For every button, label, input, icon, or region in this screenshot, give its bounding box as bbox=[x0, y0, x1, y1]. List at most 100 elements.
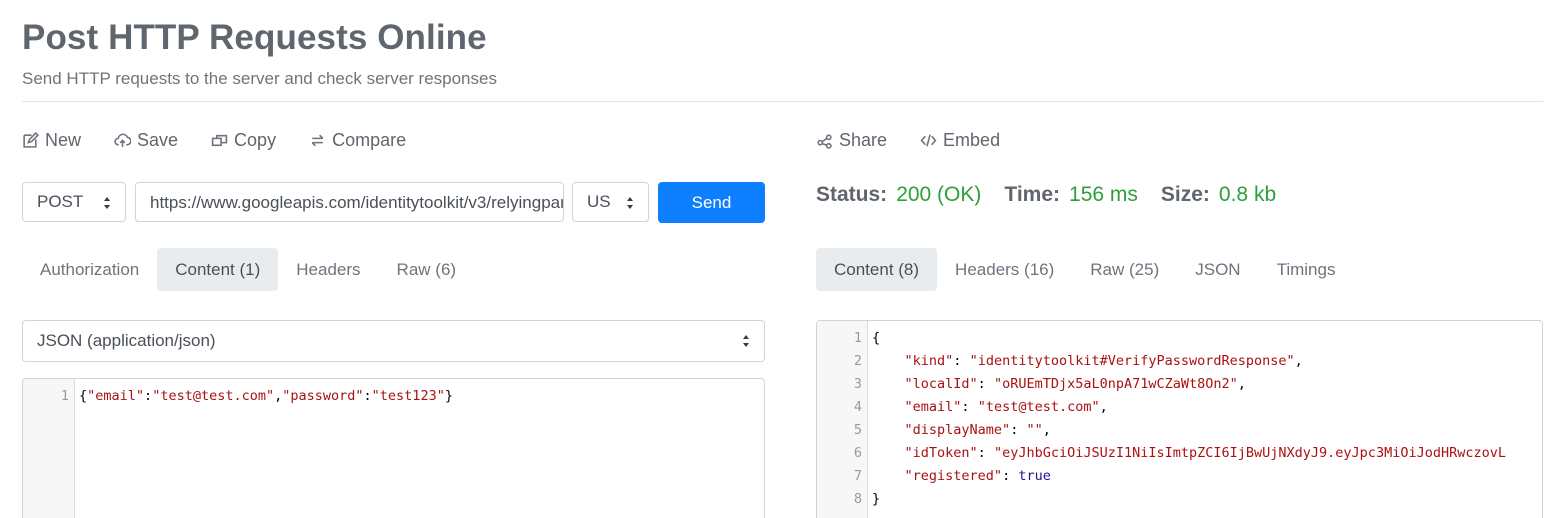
code-text: { bbox=[868, 330, 880, 346]
tab-authorization[interactable]: Authorization bbox=[22, 248, 157, 291]
code-token: , bbox=[1099, 399, 1108, 415]
code-text: } bbox=[868, 491, 880, 507]
status-label: Status: bbox=[816, 183, 888, 206]
code-area[interactable]: 1 {"email":"test@test.com","password":"te… bbox=[61, 385, 764, 408]
code-area[interactable]: 1{2 "kind": "identitytoolkit#VerifyPassw… bbox=[854, 327, 1542, 511]
code-icon bbox=[920, 134, 937, 147]
swap-icon bbox=[311, 134, 324, 147]
status-value: 200 (OK) bbox=[896, 183, 982, 206]
code-token: "test123" bbox=[371, 388, 445, 404]
tab-content-1[interactable]: Content (1) bbox=[157, 248, 279, 291]
code-line: 1{ bbox=[854, 327, 1542, 350]
code-token: "kind" bbox=[904, 353, 954, 369]
code-text: "registered": true bbox=[868, 468, 1051, 484]
copy-button[interactable]: Copy bbox=[211, 130, 276, 151]
edit-icon bbox=[23, 132, 39, 148]
page-title: Post HTTP Requests Online bbox=[22, 18, 487, 57]
code-text: "idToken": "eyJhbGciOiJSUzI1NiIsImtpZCI6… bbox=[868, 445, 1506, 461]
code-text: "kind": "identitytoolkit#VerifyPasswordR… bbox=[868, 353, 1303, 369]
tab-headers-16[interactable]: Headers (16) bbox=[937, 248, 1072, 291]
tab-headers[interactable]: Headers bbox=[278, 248, 378, 291]
code-text: {"email":"test@test.com","password":"tes… bbox=[75, 388, 453, 404]
embed-label: Embed bbox=[943, 130, 1001, 150]
line-number: 6 bbox=[853, 445, 862, 461]
tab-content-8[interactable]: Content (8) bbox=[816, 248, 938, 291]
code-line: 6 "idToken": "eyJhbGciOiJSUzI1NiIsImtpZC… bbox=[854, 442, 1542, 465]
time-value: 156 ms bbox=[1069, 183, 1138, 206]
code-token: , bbox=[1294, 353, 1303, 369]
code-token: "oRUEmTDjx5aL0npA71wCZaWt8On2" bbox=[993, 376, 1238, 392]
method-value: POST bbox=[37, 192, 84, 211]
code-token: true bbox=[1018, 468, 1051, 484]
code-token: "test@test.com" bbox=[977, 399, 1100, 415]
code-token: : bbox=[977, 376, 994, 392]
code-token: : bbox=[363, 388, 372, 404]
time-label: Time: bbox=[1004, 183, 1061, 206]
code-text: "localId": "oRUEmTDjx5aL0npA71wCZaWt8On2… bbox=[868, 376, 1246, 392]
new-button[interactable]: New bbox=[22, 130, 81, 151]
code-token: : bbox=[1010, 422, 1027, 438]
size-label: Size: bbox=[1160, 183, 1210, 206]
line-number: 4 bbox=[853, 399, 862, 415]
share-button[interactable]: Share bbox=[816, 130, 887, 151]
code-token: "eyJhbGciOiJSUzI1NiIsImtpZCI6IjBwUjNXdyJ… bbox=[993, 445, 1506, 461]
save-button[interactable]: Save bbox=[114, 130, 178, 151]
share-label: Share bbox=[839, 130, 888, 150]
compare-button[interactable]: Compare bbox=[309, 130, 406, 151]
code-token: "idToken" bbox=[904, 445, 978, 461]
code-token: "registered" bbox=[904, 468, 1003, 484]
line-number: 1 bbox=[853, 330, 862, 346]
code-token: , bbox=[1237, 376, 1246, 392]
new-label: New bbox=[45, 130, 82, 150]
method-select[interactable]: POST bbox=[22, 182, 126, 222]
region-select[interactable]: US bbox=[572, 182, 649, 222]
code-token: } bbox=[872, 491, 881, 507]
tab-raw-6[interactable]: Raw (6) bbox=[379, 248, 475, 291]
code-token: "displayName" bbox=[904, 422, 1011, 438]
url-input[interactable]: https://www.googleapis.com/identitytoolk… bbox=[135, 182, 564, 222]
compare-label: Compare bbox=[332, 130, 407, 150]
line-number: 3 bbox=[853, 376, 862, 392]
code-token: "" bbox=[1026, 422, 1043, 438]
code-token: : bbox=[961, 399, 978, 415]
response-body-viewer[interactable]: 1{2 "kind": "identitytoolkit#VerifyPassw… bbox=[816, 320, 1543, 518]
code-token: , bbox=[1042, 422, 1051, 438]
embed-button[interactable]: Embed bbox=[920, 130, 1000, 151]
send-button[interactable]: Send bbox=[658, 182, 765, 223]
code-line: 4 "email": "test@test.com", bbox=[854, 396, 1542, 419]
code-token: : bbox=[144, 388, 153, 404]
code-token: "email" bbox=[87, 388, 145, 404]
code-text: "displayName": "", bbox=[868, 422, 1051, 438]
code-line: 7 "registered": true bbox=[854, 465, 1542, 488]
line-number: 8 bbox=[853, 491, 862, 507]
page-subtitle: Send HTTP requests to the server and che… bbox=[22, 69, 497, 88]
content-type-select[interactable]: JSON (application/json) bbox=[22, 320, 765, 362]
line-number: 5 bbox=[853, 422, 862, 438]
code-token: { bbox=[872, 330, 881, 346]
code-line: 1 {"email":"test@test.com","password":"te… bbox=[61, 385, 764, 408]
code-token: { bbox=[79, 388, 88, 404]
code-token: : bbox=[1002, 468, 1019, 484]
copy-label: Copy bbox=[234, 130, 277, 150]
content-type-value: JSON (application/json) bbox=[37, 331, 216, 350]
tab-timings[interactable]: Timings bbox=[1259, 248, 1354, 291]
tab-json[interactable]: JSON bbox=[1177, 248, 1258, 291]
cloud-upload-icon bbox=[114, 133, 132, 147]
code-token: "localId" bbox=[904, 376, 978, 392]
line-number: 1 bbox=[60, 388, 69, 404]
size-value: 0.8 kb bbox=[1218, 183, 1277, 206]
code-token: : bbox=[977, 445, 994, 461]
line-number: 2 bbox=[853, 353, 862, 369]
select-arrows-icon bbox=[743, 335, 749, 347]
divider bbox=[22, 101, 1543, 102]
tab-raw-25[interactable]: Raw (25) bbox=[1072, 248, 1177, 291]
request-body-editor[interactable]: 1 {"email":"test@test.com","password":"te… bbox=[22, 378, 765, 518]
code-token: "test@test.com" bbox=[152, 388, 275, 404]
select-arrows-icon bbox=[104, 197, 110, 209]
code-line: 2 "kind": "identitytoolkit#VerifyPasswor… bbox=[854, 350, 1542, 373]
